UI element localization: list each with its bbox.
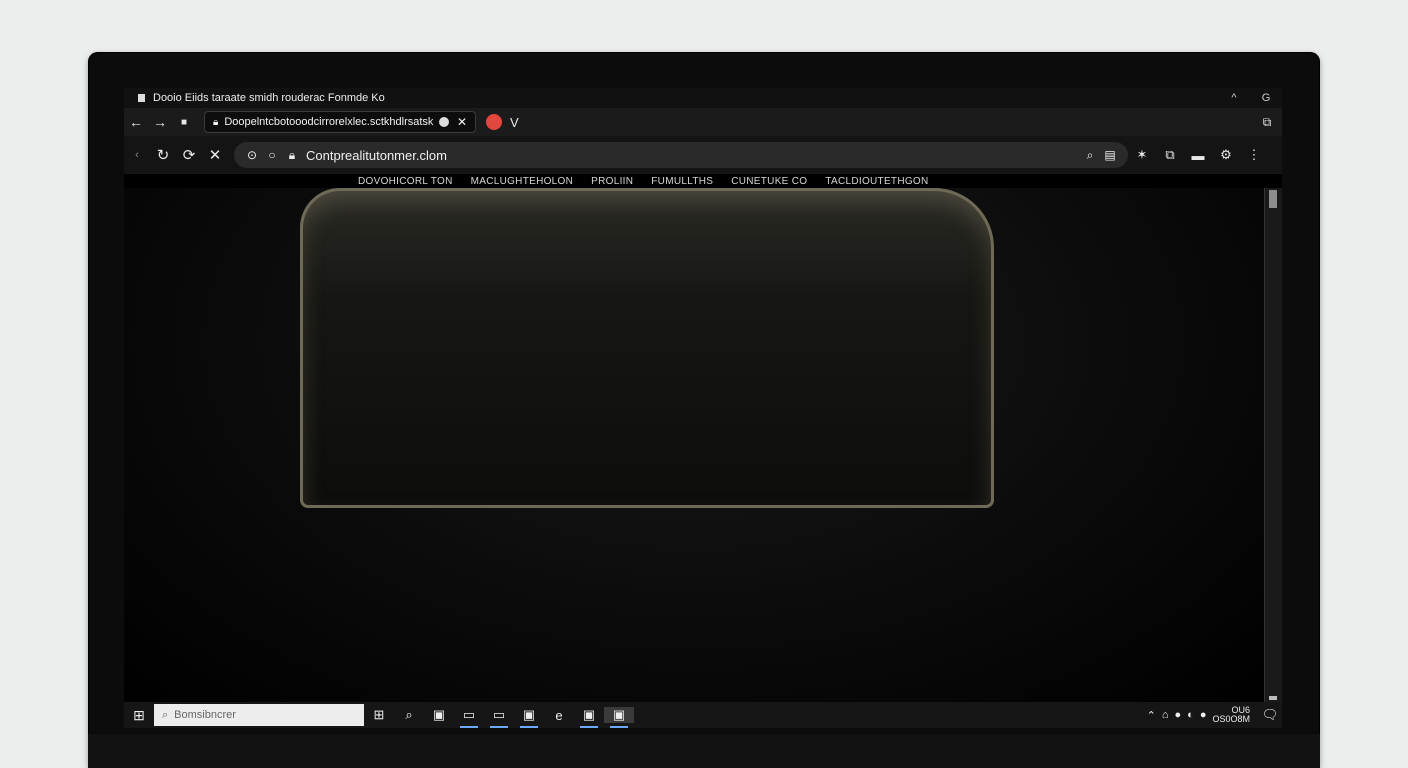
site-nav-item[interactable]: PROLIIN xyxy=(591,176,633,187)
site-info-icon[interactable]: ○ xyxy=(262,148,282,162)
wallet-icon[interactable]: ▬ xyxy=(1184,148,1212,163)
home-icon[interactable]: ⊙ xyxy=(242,148,262,162)
volume-icon[interactable]: ◐ xyxy=(1187,709,1194,721)
reader-icon[interactable]: ▤ xyxy=(1100,148,1120,162)
clock-date: OS0O8M xyxy=(1212,714,1250,724)
app-icon xyxy=(138,94,145,102)
monitor-chin xyxy=(88,734,1320,768)
search-placeholder: Bomsibncrer xyxy=(174,709,236,721)
menu-icon[interactable]: ⋮ xyxy=(1240,147,1268,163)
title-bar: Dooio Eiids taraate smidh rouderac Fonmd… xyxy=(124,88,1282,108)
site-nav-item[interactable]: MACLUGHTEHOLON xyxy=(471,176,574,187)
taskbar: ⊞ ⌕ Bomsibncrer ⊞ ⌕ ▣ ▭ ▭ ▣ e ▣ ▣ ⌃ ⌂ ● … xyxy=(124,702,1282,728)
extension-icon[interactable]: ✶ xyxy=(1128,147,1156,163)
back-small-icon[interactable]: ‹ xyxy=(124,149,150,161)
chevron-up-icon[interactable]: ⌃ xyxy=(1147,709,1156,722)
scroll-thumb[interactable] xyxy=(1269,190,1277,208)
task-view-icon[interactable]: ⊞ xyxy=(364,707,394,723)
windows-start-icon[interactable]: ⊞ xyxy=(124,707,154,724)
site-nav-item[interactable]: FUMULLTHS xyxy=(651,176,713,187)
site-nav-item[interactable]: CUNETUKE CO xyxy=(731,176,807,187)
briefcase-icon[interactable]: ▣ xyxy=(514,707,544,728)
store-icon[interactable]: ▣ xyxy=(424,707,454,723)
site-nav: DOVOHICORL TON MACLUGHTEHOLON PROLIIN FU… xyxy=(124,174,1282,188)
forward-arrow-icon[interactable]: → xyxy=(148,114,172,130)
tab-favicon-icon xyxy=(438,117,449,127)
browser-toolbar: ‹ ↻ ⟳ ✕ ⊙ ○ 🔒︎ Contprealitutonmer.clom ⌕… xyxy=(124,136,1282,174)
search-icon[interactable]: ⌕ xyxy=(394,707,424,723)
chevron-down-icon[interactable]: V xyxy=(510,115,519,130)
close-window-button[interactable]: G xyxy=(1250,92,1282,104)
monitor: Dooio Eiids taraate smidh rouderac Fonmd… xyxy=(88,52,1320,768)
taskbar-search[interactable]: ⌕ Bomsibncrer xyxy=(154,704,364,726)
tab-capture-icon[interactable]: ⧉ xyxy=(1156,147,1184,163)
refresh-icon[interactable]: ⟳ xyxy=(176,146,202,164)
reload-icon[interactable]: ↻ xyxy=(150,146,176,164)
window-title: Dooio Eiids taraate smidh rouderac Fonmd… xyxy=(153,92,385,104)
hero-image xyxy=(300,188,994,508)
lock-icon: 🔒︎ xyxy=(288,147,296,162)
close-icon[interactable]: ✕ xyxy=(202,146,228,164)
stop-icon[interactable]: ■ xyxy=(172,117,196,128)
wifi-icon[interactable]: ● xyxy=(1175,709,1182,721)
window-restore-icon[interactable]: ⧉ xyxy=(1252,115,1282,130)
folder-icon[interactable]: ▭ xyxy=(484,707,514,728)
site-nav-item[interactable]: TACLDIOUTETHGON xyxy=(825,176,928,187)
browser-tab[interactable]: 🔒︎ Doopelntcbotooodcirrorelxlec.sctkhdlr… xyxy=(204,111,476,133)
screen: Dooio Eiids taraate smidh rouderac Fonmd… xyxy=(124,88,1282,728)
search-icon[interactable]: ⌕ xyxy=(1080,148,1100,163)
tab-close-icon[interactable]: ✕ xyxy=(457,115,467,129)
tab-title: Doopelntcbotooodcirrorelxlec.sctkhdlrsat… xyxy=(224,116,433,128)
profile-avatar[interactable] xyxy=(486,114,502,130)
back-arrow-icon[interactable]: ← xyxy=(124,114,148,130)
network-icon[interactable]: ⌂ xyxy=(1162,709,1169,721)
search-icon: ⌕ xyxy=(162,708,169,721)
notification-icon[interactable]: 🗨︎ xyxy=(1258,707,1282,723)
page-viewport xyxy=(124,188,1264,702)
app-icon[interactable]: ▣ xyxy=(604,707,634,728)
clock[interactable]: OU6 OS0O8M xyxy=(1212,706,1250,724)
scrollbar[interactable] xyxy=(1264,188,1282,702)
lock-icon: 🔒︎ xyxy=(213,116,219,128)
url-text[interactable]: Contprealitutonmer.clom xyxy=(306,148,1080,163)
gear-icon[interactable]: ⚙ xyxy=(1212,147,1240,163)
tab-row: ← → ■ 🔒︎ Doopelntcbotooodcirrorelxlec.sc… xyxy=(124,108,1282,136)
app-icon[interactable]: ▣ xyxy=(574,707,604,728)
file-explorer-icon[interactable]: ▭ xyxy=(454,707,484,728)
site-nav-item[interactable]: DOVOHICORL TON xyxy=(358,176,453,187)
address-bar[interactable]: ⊙ ○ 🔒︎ Contprealitutonmer.clom ⌕ ▤ xyxy=(234,142,1128,168)
minimize-button[interactable]: ^ xyxy=(1218,92,1250,104)
battery-icon[interactable]: ● xyxy=(1200,709,1207,721)
scroll-end[interactable] xyxy=(1269,696,1277,700)
edge-browser-icon[interactable]: e xyxy=(544,708,574,723)
